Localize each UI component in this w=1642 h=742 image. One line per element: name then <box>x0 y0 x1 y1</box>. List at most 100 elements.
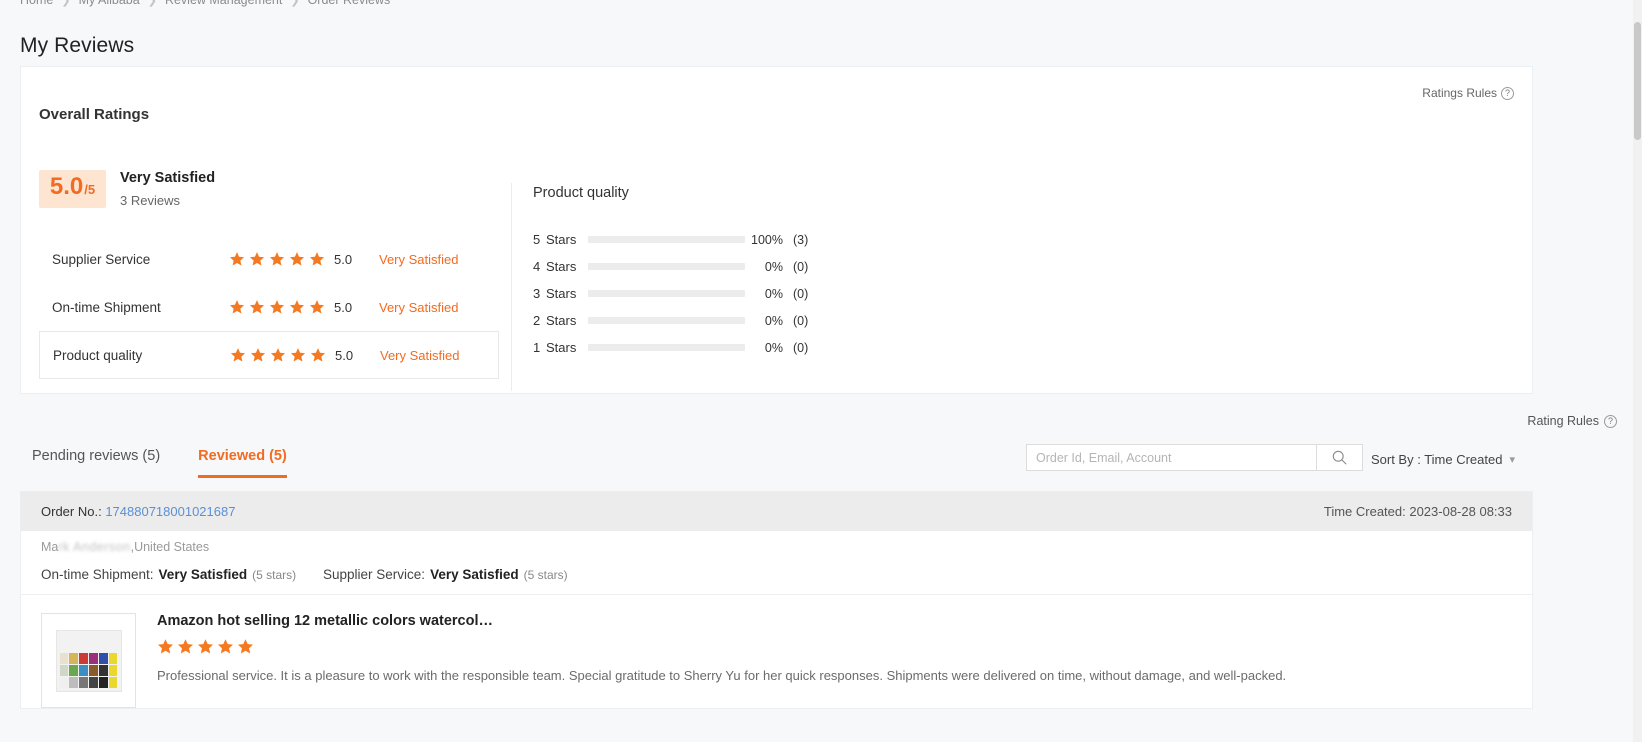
star-icon <box>230 347 246 363</box>
page-scrollbar-thumb[interactable] <box>1634 22 1641 140</box>
rating-rules-label: Rating Rules <box>1527 414 1599 428</box>
breadcrumb-item-review-management[interactable]: Review Management <box>165 0 282 7</box>
star-icon <box>229 299 245 315</box>
breadcrumb-item-order-reviews[interactable]: Order Reviews <box>308 0 391 7</box>
star-icon <box>217 638 234 655</box>
breadcrumb-separator-icon: ❯ <box>61 0 71 7</box>
order-number-link[interactable]: 174880718001021687 <box>105 504 235 519</box>
histogram-count: (3) <box>793 232 809 247</box>
overall-ratings-card: Ratings Rules ? Overall Ratings 5.0 /5 V… <box>20 66 1533 394</box>
dimension-word: Very Satisfied <box>380 347 460 363</box>
list-toolbar: Pending reviews (5) Reviewed (5) Sort By… <box>20 433 1533 478</box>
rating-dimension-row-on-time-shipment[interactable]: On-time Shipment 5.0 Very Satisfied <box>39 283 499 331</box>
histogram-row: 5 Stars 100% (3) <box>533 226 808 253</box>
overall-score-summary: 5.0 /5 Very Satisfied 3 Reviews <box>39 170 215 208</box>
star-icon <box>249 251 265 267</box>
histogram-percent: 0% <box>764 259 783 274</box>
product-title[interactable]: Amazon hot selling 12 metallic colors wa… <box>157 613 1286 629</box>
dimension-label: Product quality <box>53 347 143 363</box>
search-box <box>1026 444 1363 471</box>
help-circle-icon[interactable]: ? <box>1604 414 1617 428</box>
rating-dimension-row-product-quality[interactable]: Product quality 5.0 Very Satisfied <box>39 331 499 379</box>
order-number: Order No.: 174880718001021687 <box>41 504 235 519</box>
histogram-bar-track <box>588 344 745 351</box>
dimension-score: 5.0 <box>334 251 353 267</box>
star-icon <box>310 347 326 363</box>
sort-by-dropdown[interactable]: Sort By : Time Created ▾ <box>1371 452 1515 467</box>
rating-histogram: Product quality 5 Stars 100% (3) 4 Stars 0% (0)… <box>510 183 808 391</box>
product-rating-stars <box>157 638 1286 655</box>
review-order-header: Order No.: 174880718001021687 Time Creat… <box>21 492 1532 531</box>
histogram-bar-track <box>588 290 745 297</box>
review-text: Professional service. It is a pleasure t… <box>157 668 1287 683</box>
breadcrumb: Home ❯ My Alibaba ❯ Review Management ❯ … <box>20 0 390 7</box>
star-icon <box>177 638 194 655</box>
histogram-bar-track <box>588 236 745 243</box>
breadcrumb-item-home[interactable]: Home <box>20 0 53 7</box>
histogram-row-label: 2 Stars <box>533 313 577 328</box>
star-icon <box>237 638 254 655</box>
histogram-row-label: 3 Stars <box>533 286 577 301</box>
breadcrumb-separator-icon: ❯ <box>290 0 300 7</box>
buyer-country: ,United States <box>130 540 210 554</box>
rating-label: On-time Shipment: <box>41 567 154 582</box>
dimension-word: Very Satisfied <box>379 299 459 315</box>
search-button[interactable] <box>1316 444 1363 471</box>
star-icon <box>229 251 245 267</box>
breadcrumb-separator-icon: ❯ <box>147 0 157 7</box>
histogram-row-label: 1 Stars <box>533 340 577 355</box>
dimension-stars <box>229 251 334 267</box>
star-icon <box>269 299 285 315</box>
overall-score-suffix: /5 <box>84 182 96 197</box>
histogram-row: 2 Stars 0% (0) <box>533 307 808 334</box>
dimension-score: 5.0 <box>334 299 353 315</box>
tab-pending-reviews[interactable]: Pending reviews (5) <box>32 448 160 478</box>
watercolor-palette-image <box>55 629 122 692</box>
buyer-name-prefix: Ma <box>41 540 59 554</box>
rating-value: Very Satisfied <box>430 567 519 582</box>
product-thumbnail[interactable] <box>41 613 136 708</box>
histogram-row: 4 Stars 0% (0) <box>533 253 808 280</box>
star-icon <box>249 299 265 315</box>
dimension-word: Very Satisfied <box>379 251 459 267</box>
tab-reviewed[interactable]: Reviewed (5) <box>198 448 287 478</box>
review-item: Order No.: 174880718001021687 Time Creat… <box>20 491 1533 709</box>
breadcrumb-item-my-alibaba[interactable]: My Alibaba <box>79 0 140 7</box>
rating-dimension-row-supplier-service[interactable]: Supplier Service 5.0 Very Satisfied <box>39 235 499 283</box>
star-icon <box>289 251 305 267</box>
overall-score-badge: 5.0 /5 <box>39 170 106 208</box>
rating-dimension-list: Supplier Service 5.0 Very Satisfied On-t… <box>39 235 499 379</box>
rating-value: Very Satisfied <box>158 567 248 582</box>
star-icon <box>290 347 306 363</box>
help-circle-icon[interactable]: ? <box>1501 86 1514 100</box>
ratings-rules-label: Ratings Rules <box>1422 86 1497 100</box>
dimension-score: 5.0 <box>335 347 354 363</box>
histogram-rows: 5 Stars 100% (3) 4 Stars 0% (0) 3 Stars 0% (0) 2 Star… <box>533 226 808 361</box>
histogram-percent: 100% <box>751 232 783 247</box>
histogram-bar-track <box>588 263 745 270</box>
chevron-down-icon: ▾ <box>1509 454 1515 466</box>
search-icon <box>1332 450 1347 465</box>
star-icon <box>289 299 305 315</box>
rating-rules-link[interactable]: Rating Rules ? <box>1527 414 1617 428</box>
histogram-row-label: 4 Stars <box>533 259 577 274</box>
dimension-stars <box>229 299 334 315</box>
histogram-count: (0) <box>793 340 809 355</box>
rating-label: Supplier Service: <box>323 567 426 582</box>
review-rating-summary: On-time Shipment: Very Satisfied (5 star… <box>41 567 1512 582</box>
search-input[interactable] <box>1026 444 1316 471</box>
rating-stars-note: (5 stars) <box>523 568 568 582</box>
overall-review-count: 3 Reviews <box>120 193 180 208</box>
star-icon <box>250 347 266 363</box>
ratings-rules-link[interactable]: Ratings Rules ? <box>1422 86 1514 100</box>
histogram-bar-track <box>588 317 745 324</box>
sort-by-label: Sort By : Time Created <box>1370 452 1503 467</box>
histogram-count: (0) <box>793 259 809 274</box>
dimension-stars <box>230 347 335 363</box>
page-title: My Reviews <box>20 34 135 58</box>
overall-score-value: 5.0 <box>49 173 84 200</box>
page-scrollbar-track[interactable] <box>1633 0 1642 742</box>
dimension-label: Supplier Service <box>52 251 151 267</box>
histogram-row: 1 Stars 0% (0) <box>533 334 808 361</box>
order-number-label: Order No.: <box>41 504 102 519</box>
